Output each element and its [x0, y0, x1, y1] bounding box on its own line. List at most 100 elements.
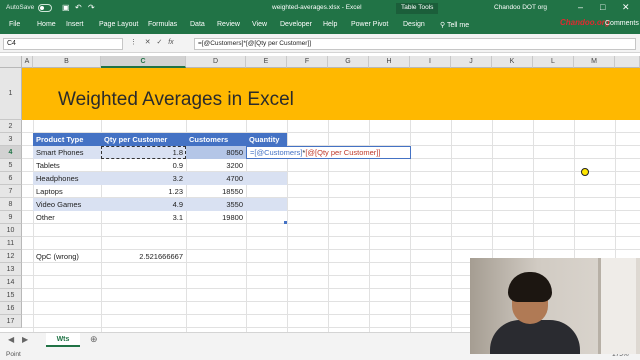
table-cell[interactable]: 3.1: [101, 211, 186, 224]
formula-input[interactable]: =[@Customers]*[@[Qty per Customer]]: [194, 38, 636, 50]
tab-file[interactable]: File: [9, 21, 20, 28]
tab-design[interactable]: Design: [403, 21, 425, 28]
name-box[interactable]: C4: [3, 38, 123, 50]
cancel-icon[interactable]: ✕: [145, 39, 151, 46]
formula-ref-customers: =[@Customers]: [250, 148, 303, 157]
close-icon[interactable]: ✕: [622, 2, 630, 13]
next-sheet-icon[interactable]: ▶: [22, 335, 28, 344]
table-cell[interactable]: 0.9: [101, 159, 186, 172]
table-cell[interactable]: 4700: [186, 172, 246, 185]
table-cell[interactable]: [246, 185, 287, 198]
tab-developer[interactable]: Developer: [280, 21, 312, 28]
add-sheet-icon[interactable]: ⊕: [90, 334, 98, 345]
table-cell[interactable]: 4.9: [101, 198, 186, 211]
insert-function-icon[interactable]: fx: [168, 39, 173, 46]
tab-help[interactable]: Help: [323, 21, 337, 28]
enter-icon[interactable]: ✓: [157, 39, 163, 46]
table-cell[interactable]: 1.23: [101, 185, 186, 198]
column-header-c[interactable]: C: [101, 56, 186, 68]
column-header-m[interactable]: M: [574, 56, 615, 68]
select-all-corner[interactable]: [0, 56, 22, 68]
tab-page-layout[interactable]: Page Layout: [99, 21, 138, 28]
column-header-j[interactable]: J: [451, 56, 492, 68]
table-cell[interactable]: Tablets: [33, 159, 101, 172]
table-resize-handle[interactable]: [284, 221, 287, 224]
table-header-product-type[interactable]: Product Type: [33, 133, 101, 146]
tab-home[interactable]: Home: [37, 21, 56, 28]
table-cell[interactable]: Laptops: [33, 185, 101, 198]
table-header-customers[interactable]: Customers: [186, 133, 246, 146]
sheet-tab-wts[interactable]: Wts: [46, 333, 80, 347]
table-cell[interactable]: Smart Phones: [33, 146, 101, 159]
column-header-h[interactable]: H: [369, 56, 410, 68]
tab-review[interactable]: Review: [217, 21, 240, 28]
presenter-body: [490, 320, 580, 354]
row-header-14[interactable]: 14: [0, 276, 22, 289]
tab-view[interactable]: View: [252, 21, 267, 28]
row-header-5[interactable]: 5: [0, 159, 22, 172]
column-header-d[interactable]: D: [186, 56, 246, 68]
row-header-7[interactable]: 7: [0, 185, 22, 198]
row-header-15[interactable]: 15: [0, 289, 22, 302]
column-header-f[interactable]: F: [287, 56, 328, 68]
row-header-4[interactable]: 4: [0, 146, 22, 159]
tab-data[interactable]: Data: [190, 21, 205, 28]
column-header-i[interactable]: I: [410, 56, 451, 68]
minimize-icon[interactable]: –: [578, 2, 583, 12]
table-cell[interactable]: 18550: [186, 185, 246, 198]
comments-button[interactable]: Comments: [605, 20, 639, 27]
row-header-16[interactable]: 16: [0, 302, 22, 315]
maximize-icon[interactable]: □: [600, 2, 605, 12]
row-header-17[interactable]: 17: [0, 315, 22, 328]
in-cell-formula-editor[interactable]: =[@Customers]*[@[Qty per Customer]]: [246, 146, 411, 159]
row-header-10[interactable]: 10: [0, 224, 22, 237]
more-options-icon[interactable]: ⋮: [130, 39, 137, 46]
table-cell[interactable]: [246, 159, 287, 172]
table-cell-active[interactable]: 1.8: [101, 146, 186, 159]
table-cell[interactable]: Headphones: [33, 172, 101, 185]
column-header-n[interactable]: [615, 56, 640, 68]
user-name[interactable]: Chandoo DOT org: [494, 4, 547, 11]
row-header-11[interactable]: 11: [0, 237, 22, 250]
table-cell[interactable]: 3.2: [101, 172, 186, 185]
table-header-qty-per-customer[interactable]: Qty per Customer: [101, 133, 186, 146]
summary-value[interactable]: 2.521666667: [101, 250, 186, 263]
row-header-2[interactable]: 2: [0, 120, 22, 133]
column-header-b[interactable]: B: [33, 56, 101, 68]
row-header-12[interactable]: 12: [0, 250, 22, 263]
undo-icon[interactable]: ↶: [75, 3, 82, 12]
prev-sheet-icon[interactable]: ◀: [8, 335, 14, 344]
redo-icon[interactable]: ↷: [88, 3, 95, 12]
summary-label[interactable]: QpC (wrong): [33, 250, 101, 263]
column-header-l[interactable]: L: [533, 56, 574, 68]
tab-insert[interactable]: Insert: [66, 21, 84, 28]
table-cell[interactable]: 3200: [186, 159, 246, 172]
table-cell[interactable]: 8050: [186, 146, 246, 159]
row-header-3[interactable]: 3: [0, 133, 22, 146]
table-cell[interactable]: 3550: [186, 198, 246, 211]
row-header-13[interactable]: 13: [0, 263, 22, 276]
autosave-toggle[interactable]: [38, 4, 52, 12]
table-cell[interactable]: Video Games: [33, 198, 101, 211]
table-cell[interactable]: 19800: [186, 211, 246, 224]
tab-power-pivot[interactable]: Power Pivot: [351, 21, 388, 28]
column-header-a[interactable]: A: [22, 56, 33, 68]
row-header-8[interactable]: 8: [0, 198, 22, 211]
presenter-hair: [508, 272, 552, 302]
chandoo-watermark: Chandoo.org: [560, 18, 610, 27]
tell-me-search[interactable]: ⚲ Tell me: [440, 21, 469, 29]
column-header-g[interactable]: G: [328, 56, 369, 68]
row-header-9[interactable]: 9: [0, 211, 22, 224]
table-cell[interactable]: [246, 211, 287, 224]
table-cell[interactable]: [246, 172, 287, 185]
save-icon[interactable]: ▣: [62, 3, 70, 12]
table-cell[interactable]: Other: [33, 211, 101, 224]
table-header-quantity[interactable]: Quantity: [246, 133, 287, 146]
tab-formulas[interactable]: Formulas: [148, 21, 177, 28]
row-header-1[interactable]: 1: [0, 68, 22, 120]
column-header-k[interactable]: K: [492, 56, 533, 68]
row-header-6[interactable]: 6: [0, 172, 22, 185]
column-header-e[interactable]: E: [246, 56, 287, 68]
tell-me-label: Tell me: [446, 22, 470, 29]
table-cell[interactable]: [246, 198, 287, 211]
